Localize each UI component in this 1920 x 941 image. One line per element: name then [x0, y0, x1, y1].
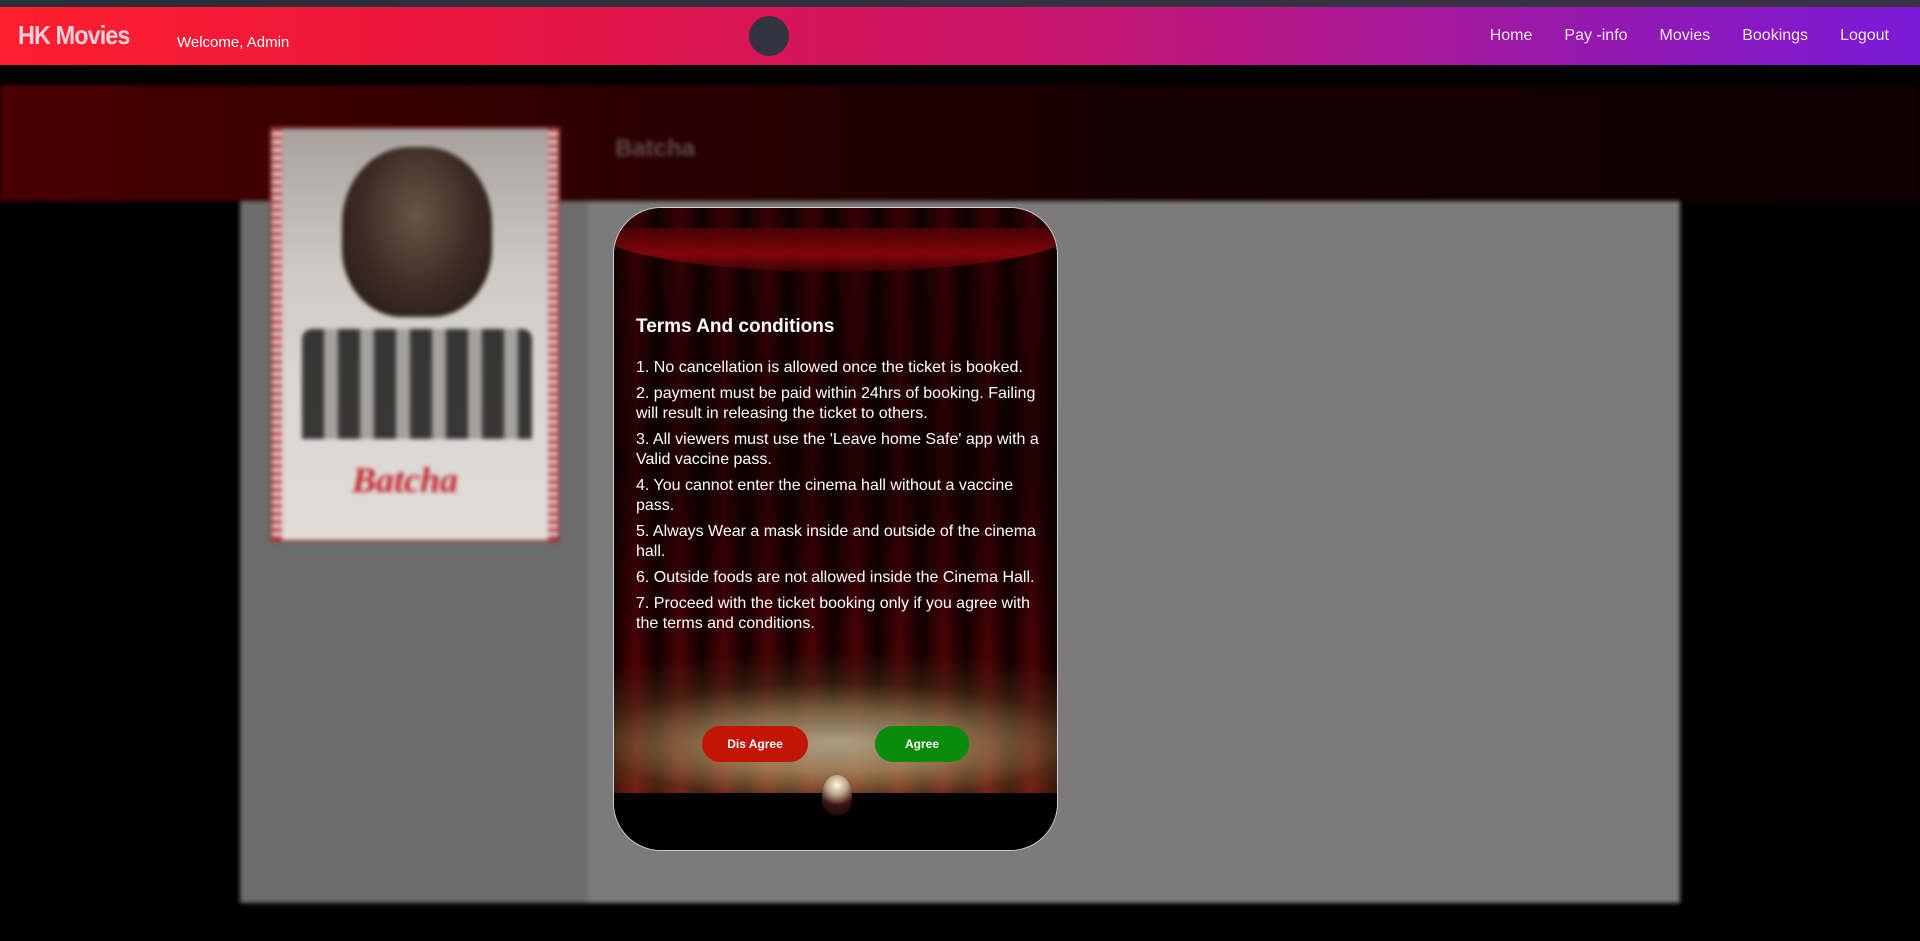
modal-body: Terms And conditions 1. No cancellation …	[636, 316, 1041, 640]
window-top-strip	[0, 0, 1920, 7]
term-item: 7. Proceed with the ticket booking only …	[636, 595, 1030, 632]
spotlight-icon	[822, 775, 852, 815]
term-item: 5. Always Wear a mask inside and outside…	[636, 523, 1036, 560]
welcome-text: Welcome, Admin	[177, 34, 290, 51]
nav-link-pay-info[interactable]: Pay -info	[1564, 27, 1627, 45]
poster-group-image	[302, 329, 532, 439]
movie-poster: Batcha	[270, 127, 560, 542]
nav-link-home[interactable]: Home	[1490, 27, 1533, 45]
navbar: HK Movies Welcome, Admin Home Pay -info …	[0, 7, 1920, 65]
terms-modal: Terms And conditions 1. No cancellation …	[613, 207, 1058, 851]
movie-title: Batcha	[615, 135, 696, 162]
modal-title: Terms And conditions	[636, 316, 835, 337]
term-item: 1. No cancellation is allowed once the t…	[636, 359, 1023, 376]
disagree-button[interactable]: Dis Agree	[702, 726, 808, 762]
curtain-valance	[614, 228, 1057, 272]
term-item: 2. payment must be paid within 24hrs of …	[636, 385, 1036, 422]
term-item: 4. You cannot enter the cinema hall with…	[636, 477, 1014, 514]
poster-face-image	[342, 147, 492, 317]
term-item: 6. Outside foods are not allowed inside …	[636, 569, 1035, 586]
brand-logo[interactable]: HK Movies	[18, 20, 130, 51]
nav-link-logout[interactable]: Logout	[1840, 27, 1889, 45]
poster-title-text: Batcha	[352, 460, 459, 500]
profile-avatar[interactable]	[749, 16, 789, 56]
nav-link-bookings[interactable]: Bookings	[1742, 27, 1808, 45]
nav-links: Home Pay -info Movies Bookings Logout	[1458, 27, 1889, 45]
agree-button[interactable]: Agree	[875, 726, 969, 762]
term-item: 3. All viewers must use the 'Leave home …	[636, 431, 1039, 468]
nav-link-movies[interactable]: Movies	[1660, 27, 1711, 45]
